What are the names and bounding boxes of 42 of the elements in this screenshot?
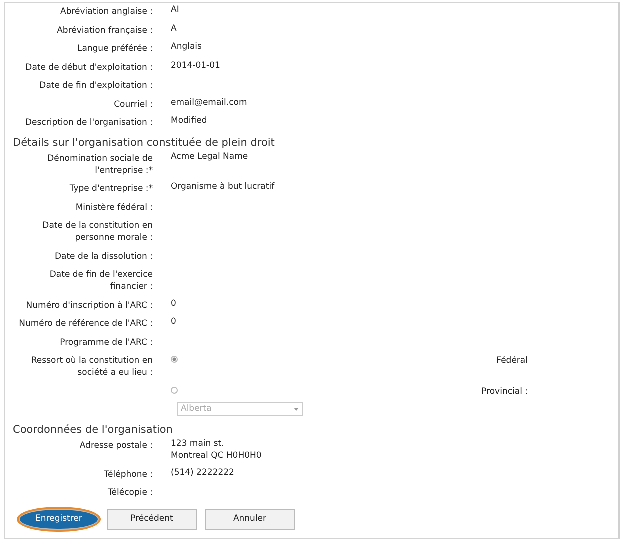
field-label: Courriel : <box>113 98 153 110</box>
field-value: Anglais <box>171 41 203 53</box>
radio-button[interactable] <box>171 356 178 363</box>
field-label: Adresse postale : <box>78 440 153 453</box>
field-label: Date de fin d'exploitation : <box>38 80 153 92</box>
field-label: Numéro de référence de l'ARC : <box>18 318 153 330</box>
field-value: 0 <box>171 316 178 328</box>
field-label: Téléphone : <box>103 468 153 480</box>
field-value: 0 <box>171 298 178 310</box>
field-value: 123 main st. Montreal QC H0H0H0 <box>171 438 263 462</box>
field-value: A <box>171 22 178 34</box>
field-value: email@email.com <box>171 96 248 108</box>
field-label: Numéro d'inscription à l'ARC : <box>25 300 153 312</box>
field-label: Télécopie : <box>107 487 153 499</box>
field-value: Organisme à but lucratif <box>171 181 276 193</box>
field-label: Date de la dissolution : <box>54 250 153 262</box>
field-value: AI <box>171 4 180 16</box>
section-heading: Coordonnées de l'organisation <box>13 424 174 437</box>
field-label: Langue préférée : <box>76 43 153 55</box>
field-label: Date de la constitution en personne morale : <box>42 220 153 244</box>
field-value: (514) 2222222 <box>171 466 236 478</box>
form-button[interactable]: Annuler <box>205 508 295 530</box>
field-label: Ressort où la constitution en société a eu lieu : <box>30 355 153 379</box>
field-label: Abréviation française : <box>56 24 153 36</box>
section-heading: Détails sur l'organisation constituée de plein droit <box>13 136 276 150</box>
caret-icon <box>294 408 299 410</box>
form-button[interactable]: Précédent <box>107 508 197 530</box>
field-label: Type d'entreprise :* <box>68 183 153 195</box>
radio-label: Provincial : <box>480 386 528 398</box>
radio-button[interactable] <box>171 387 178 394</box>
field-value: Modified <box>171 115 208 127</box>
field-label: Description de l'organisation : <box>24 117 153 129</box>
form-button[interactable]: Enregistrer <box>19 508 99 530</box>
field-label: Abréviation anglaise : <box>60 6 153 18</box>
field-label: Dénomination sociale de l'entreprise :* <box>46 152 153 176</box>
field-label: Date de début d'exploitation : <box>24 62 153 74</box>
radio-label: Fédéral <box>496 355 528 368</box>
field-label: Date de fin de l'exercice financier : <box>48 269 153 293</box>
field-label: Programme de l'ARC : <box>59 336 153 348</box>
field-label: Ministère fédéral : <box>74 202 153 214</box>
field-value: Acme Legal Name <box>171 150 250 162</box>
field-value: 2014-01-01 <box>171 60 222 72</box>
